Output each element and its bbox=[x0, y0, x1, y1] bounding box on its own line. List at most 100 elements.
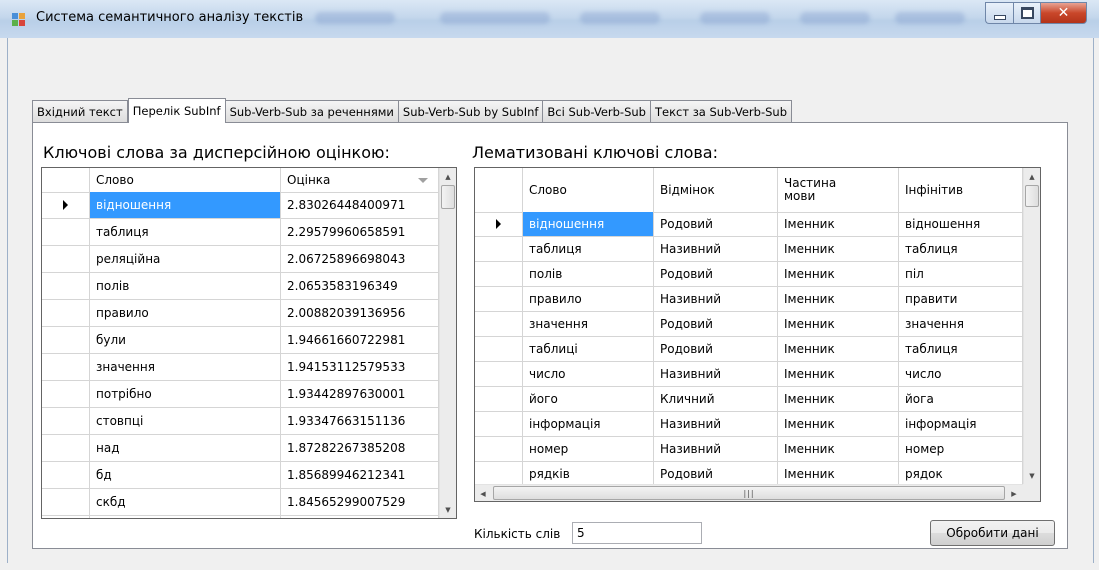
table-cell[interactable]: рядків bbox=[523, 462, 654, 486]
table-cell[interactable]: Іменник bbox=[778, 437, 899, 461]
tab-svs-by-sentence[interactable]: Sub-Verb-Sub за реченнями bbox=[225, 100, 399, 122]
table-cell[interactable]: 1.94661660722981 bbox=[281, 327, 439, 353]
row-header[interactable] bbox=[42, 516, 90, 518]
table-cell[interactable]: таблиці bbox=[523, 337, 654, 361]
table-cell[interactable]: піл bbox=[899, 262, 1023, 286]
table-cell[interactable]: значення bbox=[90, 354, 281, 380]
table-cell[interactable]: скбд bbox=[90, 489, 281, 515]
table-cell[interactable]: Родовий bbox=[654, 212, 778, 236]
table-cell[interactable]: потрібно bbox=[90, 381, 281, 407]
table-cell[interactable]: інформація bbox=[523, 412, 654, 436]
table-cell[interactable]: стовпці bbox=[90, 408, 281, 434]
table-row[interactable]: полів 2.0653583196349 bbox=[42, 273, 439, 300]
tab-text-by-svs[interactable]: Текст за Sub-Verb-Sub bbox=[650, 100, 792, 122]
table-row[interactable]: скбд 1.84565299007529 bbox=[42, 489, 439, 516]
row-header[interactable] bbox=[475, 287, 523, 311]
table-cell[interactable]: інформація bbox=[899, 412, 1023, 436]
title-bar[interactable]: Система семантичного аналізу текстів ✕ bbox=[0, 0, 1099, 38]
table-row[interactable]: інформація Називний Іменник інформація bbox=[475, 412, 1023, 437]
table-row[interactable]: про1.77367714712185 bbox=[42, 516, 439, 518]
table-cell[interactable]: 2.0653583196349 bbox=[281, 273, 439, 299]
table-cell[interactable]: таблиця bbox=[523, 237, 654, 261]
table-cell[interactable]: Називний bbox=[654, 437, 778, 461]
scroll-right-icon[interactable]: ▶ bbox=[1006, 485, 1022, 501]
row-header[interactable] bbox=[475, 337, 523, 361]
row-header[interactable] bbox=[475, 212, 523, 236]
table-cell[interactable]: полів bbox=[90, 273, 281, 299]
scroll-down-icon[interactable]: ▼ bbox=[1024, 467, 1040, 484]
lemmatized-grid[interactable]: Слово Відмінок Частина мови Інфінітив ві… bbox=[474, 167, 1041, 502]
table-cell[interactable]: правило bbox=[523, 287, 654, 311]
scroll-up-icon[interactable]: ▲ bbox=[1024, 168, 1040, 185]
table-row[interactable]: таблиця 2.29579960658591 bbox=[42, 219, 439, 246]
table-row[interactable]: таблиця Називний Іменник таблиця bbox=[475, 237, 1023, 262]
table-row[interactable]: його Кличний Іменник йога bbox=[475, 387, 1023, 412]
row-header[interactable] bbox=[42, 489, 90, 515]
table-cell[interactable]: відношення bbox=[523, 212, 654, 236]
row-header[interactable] bbox=[42, 462, 90, 488]
table-cell[interactable]: Кличний bbox=[654, 387, 778, 411]
scroll-thumb[interactable] bbox=[1025, 185, 1039, 207]
word-count-input[interactable] bbox=[572, 522, 702, 544]
table-cell[interactable]: Іменник bbox=[778, 212, 899, 236]
table-row[interactable]: потрібно 1.93442897630001 bbox=[42, 381, 439, 408]
table-cell[interactable]: Називний bbox=[654, 412, 778, 436]
table-cell[interactable]: Називний bbox=[654, 287, 778, 311]
row-header[interactable] bbox=[475, 462, 523, 486]
table-cell[interactable]: його bbox=[523, 387, 654, 411]
table-cell[interactable]: значення bbox=[523, 312, 654, 336]
table-cell[interactable]: 2.00882039136956 bbox=[281, 300, 439, 326]
lemmatized-horizontal-scrollbar[interactable]: ◀ ||| ▶ bbox=[475, 484, 1023, 501]
table-cell[interactable]: Іменник bbox=[778, 262, 899, 286]
lemmatized-vertical-scrollbar[interactable]: ▲ ▼ bbox=[1023, 168, 1040, 484]
column-header-score[interactable]: Оцінка bbox=[281, 168, 439, 192]
row-header[interactable] bbox=[42, 192, 90, 218]
row-header[interactable] bbox=[42, 219, 90, 245]
tab-svs-by-subinf[interactable]: Sub-Verb-Sub by SubInf bbox=[398, 100, 544, 122]
table-cell[interactable]: Родовий bbox=[654, 337, 778, 361]
table-cell[interactable]: Родовий bbox=[654, 462, 778, 486]
table-cell[interactable]: реляційна bbox=[90, 246, 281, 272]
table-cell[interactable]: про bbox=[90, 516, 281, 518]
column-header-case[interactable]: Відмінок bbox=[654, 168, 778, 212]
table-row[interactable]: число Називний Іменник число bbox=[475, 362, 1023, 387]
table-cell[interactable]: таблиця bbox=[899, 237, 1023, 261]
row-header[interactable] bbox=[475, 262, 523, 286]
row-header[interactable] bbox=[42, 273, 90, 299]
row-header[interactable] bbox=[42, 435, 90, 461]
scroll-up-icon[interactable]: ▲ bbox=[440, 168, 456, 185]
table-row[interactable]: таблиці Родовий Іменник таблиця bbox=[475, 337, 1023, 362]
row-header[interactable] bbox=[42, 408, 90, 434]
table-cell[interactable]: Іменник bbox=[778, 387, 899, 411]
table-row[interactable]: правило Називний Іменник правити bbox=[475, 287, 1023, 312]
scroll-thumb[interactable] bbox=[441, 185, 455, 209]
table-cell[interactable]: Іменник bbox=[778, 237, 899, 261]
table-cell[interactable]: Іменник bbox=[778, 362, 899, 386]
row-header[interactable] bbox=[42, 246, 90, 272]
table-row[interactable]: над 1.87282267385208 bbox=[42, 435, 439, 462]
table-cell[interactable]: число bbox=[899, 362, 1023, 386]
column-header-word[interactable]: Слово bbox=[523, 168, 654, 212]
table-cell[interactable]: Родовий bbox=[654, 262, 778, 286]
close-button[interactable]: ✕ bbox=[1041, 2, 1087, 24]
keywords-vertical-scrollbar[interactable]: ▲ ▼ bbox=[439, 168, 456, 518]
table-cell[interactable]: Називний bbox=[654, 362, 778, 386]
table-cell[interactable]: таблиця bbox=[90, 219, 281, 245]
minimize-button[interactable] bbox=[985, 2, 1013, 24]
row-header[interactable] bbox=[475, 387, 523, 411]
table-row[interactable]: були 1.94661660722981 bbox=[42, 327, 439, 354]
table-cell[interactable]: 1.93347663151136 bbox=[281, 408, 439, 434]
table-row[interactable]: реляційна 2.06725896698043 bbox=[42, 246, 439, 273]
table-cell[interactable]: полів bbox=[523, 262, 654, 286]
table-cell[interactable]: Іменник bbox=[778, 462, 899, 486]
table-row[interactable]: значення Родовий Іменник значення bbox=[475, 312, 1023, 337]
table-row[interactable]: відношення 2.83026448400971 bbox=[42, 192, 439, 219]
row-header[interactable] bbox=[42, 300, 90, 326]
table-cell[interactable]: відношення bbox=[90, 192, 281, 218]
tab-subinf-list[interactable]: Перелік SubInf bbox=[127, 98, 226, 123]
table-row[interactable]: полів Родовий Іменник піл bbox=[475, 262, 1023, 287]
table-row[interactable]: правило 2.00882039136956 bbox=[42, 300, 439, 327]
table-cell[interactable]: 1.94153112579533 bbox=[281, 354, 439, 380]
table-cell[interactable]: 1.84565299007529 bbox=[281, 489, 439, 515]
table-cell[interactable]: номер bbox=[899, 437, 1023, 461]
